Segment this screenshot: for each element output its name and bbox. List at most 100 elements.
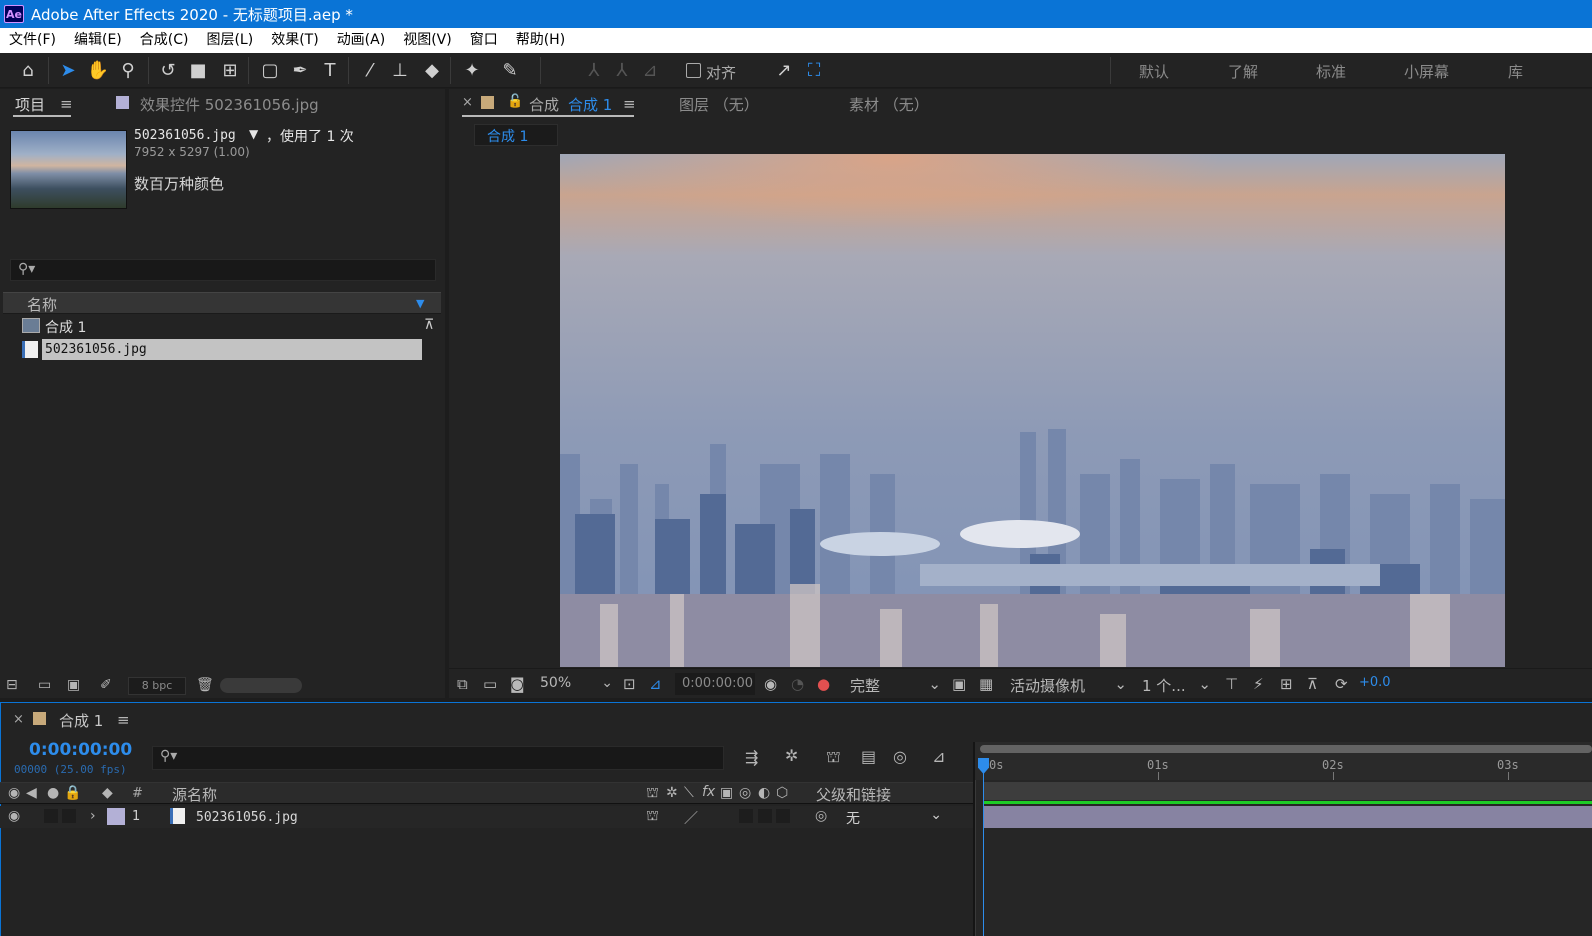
video-visibility-icon[interactable]: ◉ [8, 785, 20, 801]
menu-effect[interactable]: 效果(T) [262, 28, 327, 53]
close-tab-icon[interactable]: × [462, 95, 473, 110]
workspace-libraries[interactable]: 库 [1508, 61, 1523, 82]
workspace-standard[interactable]: 标准 [1316, 61, 1346, 82]
effects-switch-icon[interactable]: fx [702, 784, 715, 800]
lock-icon[interactable]: 🔓 [507, 94, 523, 109]
brush-tool-icon[interactable]: ⁄ [356, 57, 384, 84]
column-source-name[interactable]: 源名称 [172, 784, 217, 805]
project-search-input[interactable]: ⚲▾ [10, 259, 436, 281]
adjustment-layer-icon[interactable]: ◐ [758, 785, 770, 801]
rectangle-tool-icon[interactable]: ▢ [256, 57, 284, 84]
label-icon[interactable]: ◆ [102, 785, 113, 801]
type-tool-icon[interactable]: T [316, 57, 344, 84]
layer-shy-icon[interactable]: ⛫ [646, 808, 659, 826]
trash-icon[interactable]: 🗑 [196, 677, 214, 693]
project-item-composition[interactable]: 合成 1 [45, 317, 86, 337]
draft-3d-icon[interactable]: ✲ [785, 746, 798, 765]
hand-tool-icon[interactable]: ✋ [84, 57, 112, 84]
timeline-menu-icon[interactable]: ≡ [117, 711, 130, 729]
pick-whip-icon[interactable]: ◎ [815, 808, 827, 824]
tab-effect-controls[interactable]: 效果控件 502361056.jpg [140, 94, 319, 115]
roto-brush-tool-icon[interactable]: ✦ [458, 57, 486, 84]
layer-row[interactable]: ◉ › 1 502361056.jpg ⛫ ／ ◎ 无 ⌄ [0, 806, 975, 828]
workspace-small-screen[interactable]: 小屏幕 [1404, 61, 1449, 82]
audio-icon[interactable]: ◀ [26, 785, 37, 801]
tab-project[interactable]: 项目 [15, 94, 45, 115]
mask-path-icon[interactable]: ⊿ [649, 675, 662, 693]
zoom-dropdown[interactable]: 50% ⌄ [535, 673, 615, 695]
timeline-timecode[interactable]: 0:00:00:00 [29, 740, 132, 760]
workspace-learn[interactable]: 了解 [1228, 61, 1258, 82]
lock-column-icon[interactable]: 🔒 [64, 785, 81, 801]
timeline-search-input[interactable]: ⚲▾ [152, 746, 724, 770]
toggle-pixel-aspect-icon[interactable]: ⊤ [1225, 675, 1238, 693]
motion-blur-icon[interactable]: ◎ [893, 747, 907, 766]
tab-composition-prefix[interactable]: 合成 [529, 94, 559, 115]
region-of-interest-icon[interactable]: ▣ [952, 675, 966, 693]
usage-dropdown-icon[interactable]: ▼ [249, 127, 258, 141]
frame-blending-icon[interactable]: ▤ [861, 747, 876, 766]
tab-footage[interactable]: 素材 （无） [849, 94, 929, 115]
menu-animation[interactable]: 动画(A) [328, 28, 395, 53]
menu-edit[interactable]: 编辑(E) [65, 28, 131, 53]
safe-margins-icon[interactable]: ⊡ [623, 675, 636, 693]
motion-blur-toggle[interactable] [739, 809, 753, 823]
zoom-tool-icon[interactable]: ⚲ [114, 57, 142, 84]
eraser-tool-icon[interactable]: ◆ [418, 57, 446, 84]
tab-layer[interactable]: 图层 （无） [679, 94, 759, 115]
project-settings-icon[interactable]: ✐ [100, 677, 112, 693]
menu-help[interactable]: 帮助(H) [507, 28, 574, 53]
flowchart-icon[interactable]: ⊼ [424, 317, 434, 333]
menu-composition[interactable]: 合成(C) [131, 28, 198, 53]
collapse-switch-icon[interactable]: ✲ [666, 785, 678, 801]
bit-depth-button[interactable]: 8 bpc [128, 677, 186, 695]
always-preview-icon[interactable]: ⧉ [457, 675, 468, 693]
mask-view-icon[interactable]: ◙ [510, 675, 525, 693]
menu-window[interactable]: 窗口 [461, 28, 507, 53]
close-timeline-icon[interactable]: × [13, 712, 24, 727]
new-composition-icon[interactable]: ▣ [67, 677, 80, 693]
channel-icon[interactable]: ● [817, 675, 830, 693]
3d-layer-icon[interactable]: ⬡ [776, 785, 788, 801]
motion-blur-switch-icon[interactable]: ◎ [739, 785, 751, 801]
tab-composition-name[interactable]: 合成 1 [568, 94, 612, 115]
solo-icon[interactable]: ● [47, 785, 59, 801]
views-dropdown[interactable]: 1 个... ⌄ [1137, 673, 1213, 695]
comp-flowchart-icon[interactable]: ⊼ [1307, 675, 1318, 693]
3d-toggle[interactable] [776, 809, 790, 823]
camera-dropdown[interactable]: 活动摄像机 ⌄ [1005, 673, 1129, 695]
workspace-default[interactable]: 默认 [1139, 61, 1169, 82]
home-icon[interactable]: ⌂ [14, 57, 42, 84]
layer-name[interactable]: 502361056.jpg [196, 810, 298, 825]
rotate-tool-icon[interactable]: ↺ [154, 57, 182, 84]
resolution-dropdown[interactable]: 完整 ⌄ [845, 673, 943, 695]
view-axis-icon[interactable]: ⊿ [636, 57, 664, 84]
shy-layers-icon[interactable]: ⛫ [826, 747, 841, 768]
graph-editor-icon[interactable]: ⊿ [932, 747, 945, 766]
column-parent[interactable]: 父级和链接 [816, 784, 891, 805]
local-axis-icon[interactable]: ⅄ [580, 57, 608, 84]
quality-switch-icon[interactable]: ⟍ [684, 785, 694, 801]
layer-quality-icon[interactable]: ／ [684, 808, 698, 828]
snap-checkbox[interactable] [686, 63, 701, 78]
pan-behind-tool-icon[interactable]: ⊞ [216, 57, 244, 84]
pen-tool-icon[interactable]: ✒ [286, 57, 314, 84]
solo-toggle[interactable] [44, 809, 58, 823]
frame-blend-switch-icon[interactable]: ▣ [720, 785, 733, 801]
lock-toggle[interactable] [62, 809, 76, 823]
interpret-footage-icon[interactable]: ⊟ [6, 677, 18, 693]
monitor-icon[interactable]: ▭ [483, 675, 497, 693]
adjustment-toggle[interactable] [758, 809, 772, 823]
viewer-menu-icon[interactable]: ≡ [623, 95, 636, 113]
selection-tool-icon[interactable]: ➤ [54, 57, 82, 84]
viewer-timecode[interactable]: 0:00:00:00 [675, 673, 755, 695]
expand-chevron-icon[interactable]: › [90, 808, 96, 824]
shy-switch-icon[interactable]: ⛫ [646, 785, 659, 803]
work-area-bar[interactable] [980, 745, 1592, 753]
snapshot-icon[interactable]: ◉ [764, 675, 777, 693]
timeline-tab[interactable]: 合成 1 [59, 710, 103, 731]
snap-target-icon[interactable]: ⛶ [800, 57, 828, 84]
column-name-label[interactable]: 名称 [27, 294, 57, 315]
sort-arrow-icon[interactable]: ▼ [416, 297, 424, 310]
reset-exposure-icon[interactable]: ⟳ [1335, 675, 1348, 693]
